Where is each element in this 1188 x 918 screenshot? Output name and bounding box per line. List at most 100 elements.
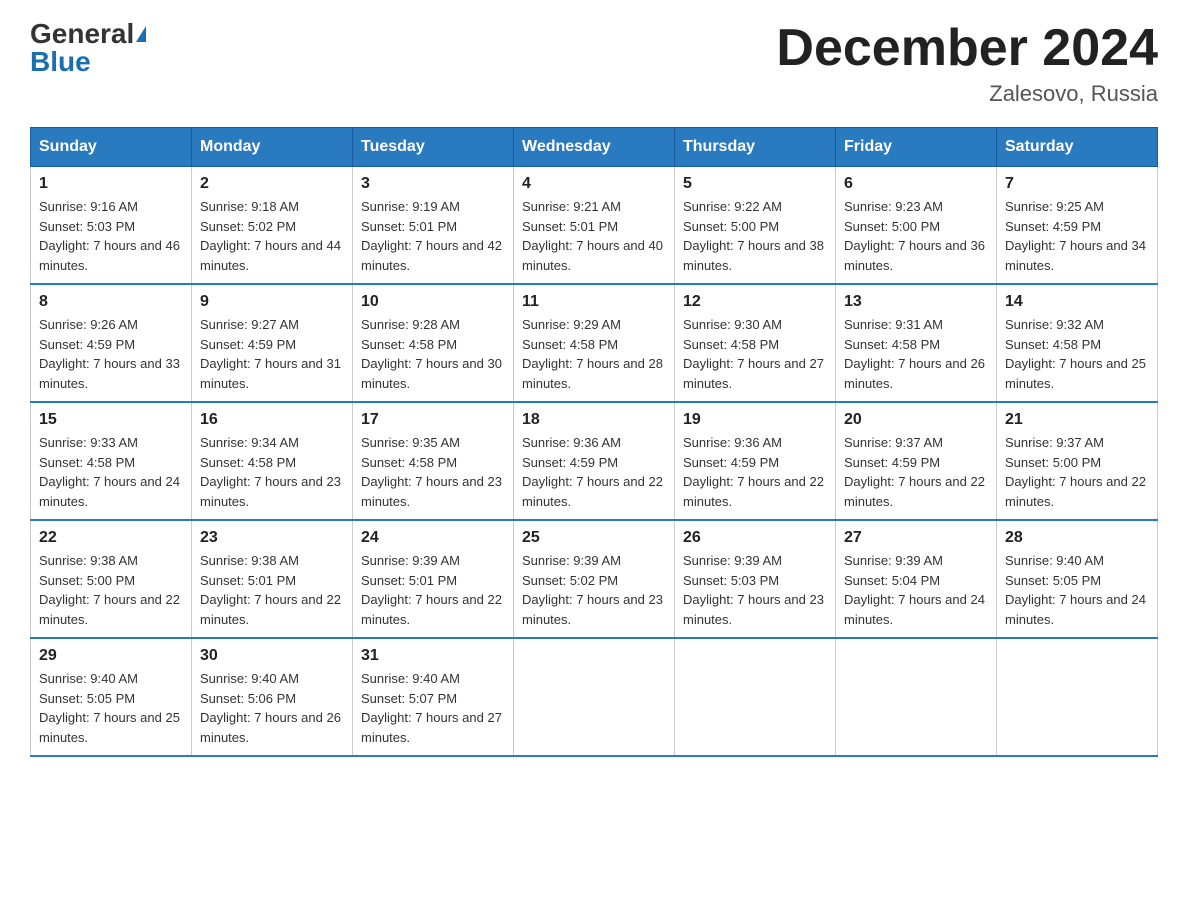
calendar-cell: 23Sunrise: 9:38 AMSunset: 5:01 PMDayligh…: [192, 520, 353, 638]
day-info: Sunrise: 9:40 AMSunset: 5:07 PMDaylight:…: [361, 669, 505, 747]
day-number: 14: [1005, 293, 1149, 311]
day-number: 11: [522, 293, 666, 311]
day-number: 30: [200, 647, 344, 665]
day-number: 18: [522, 411, 666, 429]
calendar-week-row: 8 Sunrise: 9:26 AMSunset: 4:59 PMDaylight…: [31, 284, 1158, 402]
calendar-cell: 31 Sunrise: 9:40 AMSunset: 5:07 PMDayligh…: [353, 638, 514, 756]
day-info: Sunrise: 9:32 AMSunset: 4:58 PMDaylight:…: [1005, 315, 1149, 393]
day-number: 31: [361, 647, 505, 665]
column-header-wednesday: Wednesday: [514, 128, 675, 167]
calendar-cell: 7 Sunrise: 9:25 AMSunset: 4:59 PMDaylight…: [997, 167, 1158, 285]
day-info: Sunrise: 9:28 AMSunset: 4:58 PMDaylight:…: [361, 315, 505, 393]
logo-blue-text: Blue: [30, 48, 91, 76]
day-info: Sunrise: 9:26 AMSunset: 4:59 PMDaylight:…: [39, 315, 183, 393]
day-number: 17: [361, 411, 505, 429]
day-number: 10: [361, 293, 505, 311]
day-info: Sunrise: 9:19 AMSunset: 5:01 PMDaylight:…: [361, 197, 505, 275]
calendar-cell: 27Sunrise: 9:39 AMSunset: 5:04 PMDayligh…: [836, 520, 997, 638]
day-info: Sunrise: 9:38 AMSunset: 5:00 PMDaylight:…: [39, 551, 183, 629]
day-info: Sunrise: 9:25 AMSunset: 4:59 PMDaylight:…: [1005, 197, 1149, 275]
calendar-cell: 15 Sunrise: 9:33 AMSunset: 4:58 PMDayligh…: [31, 402, 192, 520]
month-title: December 2024: [776, 20, 1158, 77]
calendar-cell: [675, 638, 836, 756]
day-info: Sunrise: 9:39 AMSunset: 5:02 PMDaylight:…: [522, 551, 666, 629]
calendar-cell: 25 Sunrise: 9:39 AMSunset: 5:02 PMDayligh…: [514, 520, 675, 638]
day-info: Sunrise: 9:33 AMSunset: 4:58 PMDaylight:…: [39, 433, 183, 511]
calendar-week-row: 22 Sunrise: 9:38 AMSunset: 5:00 PMDayligh…: [31, 520, 1158, 638]
day-number: 5: [683, 175, 827, 193]
calendar-cell: 22 Sunrise: 9:38 AMSunset: 5:00 PMDayligh…: [31, 520, 192, 638]
day-info: Sunrise: 9:40 AMSunset: 5:05 PMDaylight:…: [1005, 551, 1149, 629]
calendar-week-row: 1 Sunrise: 9:16 AMSunset: 5:03 PMDaylight…: [31, 167, 1158, 285]
day-number: 20: [844, 411, 988, 429]
calendar-cell: 14 Sunrise: 9:32 AMSunset: 4:58 PMDayligh…: [997, 284, 1158, 402]
calendar-week-row: 15 Sunrise: 9:33 AMSunset: 4:58 PMDayligh…: [31, 402, 1158, 520]
calendar-cell: [997, 638, 1158, 756]
calendar-cell: 12Sunrise: 9:30 AMSunset: 4:58 PMDayligh…: [675, 284, 836, 402]
day-number: 9: [200, 293, 344, 311]
calendar-table: SundayMondayTuesdayWednesdayThursdayFrid…: [30, 127, 1158, 757]
day-info: Sunrise: 9:39 AMSunset: 5:01 PMDaylight:…: [361, 551, 505, 629]
day-number: 22: [39, 529, 183, 547]
day-number: 6: [844, 175, 988, 193]
calendar-cell: 17 Sunrise: 9:35 AMSunset: 4:58 PMDayligh…: [353, 402, 514, 520]
day-info: Sunrise: 9:30 AMSunset: 4:58 PMDaylight:…: [683, 315, 827, 393]
calendar-cell: 29Sunrise: 9:40 AMSunset: 5:05 PMDayligh…: [31, 638, 192, 756]
logo-triangle-icon: [136, 26, 146, 42]
calendar-cell: 8 Sunrise: 9:26 AMSunset: 4:59 PMDaylight…: [31, 284, 192, 402]
column-header-tuesday: Tuesday: [353, 128, 514, 167]
calendar-cell: 1 Sunrise: 9:16 AMSunset: 5:03 PMDaylight…: [31, 167, 192, 285]
day-info: Sunrise: 9:38 AMSunset: 5:01 PMDaylight:…: [200, 551, 344, 629]
day-info: Sunrise: 9:21 AMSunset: 5:01 PMDaylight:…: [522, 197, 666, 275]
day-info: Sunrise: 9:39 AMSunset: 5:04 PMDaylight:…: [844, 551, 988, 629]
day-number: 26: [683, 529, 827, 547]
day-info: Sunrise: 9:37 AMSunset: 4:59 PMDaylight:…: [844, 433, 988, 511]
calendar-cell: 24 Sunrise: 9:39 AMSunset: 5:01 PMDayligh…: [353, 520, 514, 638]
column-header-friday: Friday: [836, 128, 997, 167]
column-header-monday: Monday: [192, 128, 353, 167]
calendar-cell: 21Sunrise: 9:37 AMSunset: 5:00 PMDayligh…: [997, 402, 1158, 520]
day-info: Sunrise: 9:22 AMSunset: 5:00 PMDaylight:…: [683, 197, 827, 275]
day-info: Sunrise: 9:31 AMSunset: 4:58 PMDaylight:…: [844, 315, 988, 393]
day-number: 4: [522, 175, 666, 193]
calendar-cell: 20 Sunrise: 9:37 AMSunset: 4:59 PMDayligh…: [836, 402, 997, 520]
day-number: 25: [522, 529, 666, 547]
column-header-thursday: Thursday: [675, 128, 836, 167]
calendar-cell: 11 Sunrise: 9:29 AMSunset: 4:58 PMDayligh…: [514, 284, 675, 402]
calendar-cell: 19Sunrise: 9:36 AMSunset: 4:59 PMDayligh…: [675, 402, 836, 520]
calendar-cell: 2Sunrise: 9:18 AMSunset: 5:02 PMDaylight…: [192, 167, 353, 285]
day-number: 7: [1005, 175, 1149, 193]
logo-general-text: General: [30, 20, 134, 48]
column-header-sunday: Sunday: [31, 128, 192, 167]
day-info: Sunrise: 9:40 AMSunset: 5:06 PMDaylight:…: [200, 669, 344, 747]
page-header: General Blue December 2024 Zalesovo, Rus…: [30, 20, 1158, 107]
day-info: Sunrise: 9:29 AMSunset: 4:58 PMDaylight:…: [522, 315, 666, 393]
day-number: 15: [39, 411, 183, 429]
day-number: 19: [683, 411, 827, 429]
day-number: 1: [39, 175, 183, 193]
logo: General Blue: [30, 20, 146, 76]
calendar-cell: 18Sunrise: 9:36 AMSunset: 4:59 PMDayligh…: [514, 402, 675, 520]
day-number: 8: [39, 293, 183, 311]
day-number: 13: [844, 293, 988, 311]
day-info: Sunrise: 9:40 AMSunset: 5:05 PMDaylight:…: [39, 669, 183, 747]
day-number: 24: [361, 529, 505, 547]
calendar-week-row: 29Sunrise: 9:40 AMSunset: 5:05 PMDayligh…: [31, 638, 1158, 756]
day-number: 21: [1005, 411, 1149, 429]
calendar-cell: 30 Sunrise: 9:40 AMSunset: 5:06 PMDayligh…: [192, 638, 353, 756]
calendar-cell: 13 Sunrise: 9:31 AMSunset: 4:58 PMDayligh…: [836, 284, 997, 402]
calendar-cell: 6 Sunrise: 9:23 AMSunset: 5:00 PMDaylight…: [836, 167, 997, 285]
calendar-cell: 3 Sunrise: 9:19 AMSunset: 5:01 PMDaylight…: [353, 167, 514, 285]
calendar-cell: 4 Sunrise: 9:21 AMSunset: 5:01 PMDaylight…: [514, 167, 675, 285]
day-info: Sunrise: 9:16 AMSunset: 5:03 PMDaylight:…: [39, 197, 183, 275]
day-info: Sunrise: 9:23 AMSunset: 5:00 PMDaylight:…: [844, 197, 988, 275]
day-info: Sunrise: 9:35 AMSunset: 4:58 PMDaylight:…: [361, 433, 505, 511]
calendar-cell: 10 Sunrise: 9:28 AMSunset: 4:58 PMDayligh…: [353, 284, 514, 402]
day-number: 3: [361, 175, 505, 193]
calendar-cell: [514, 638, 675, 756]
day-number: 16: [200, 411, 344, 429]
location: Zalesovo, Russia: [776, 81, 1158, 107]
day-info: Sunrise: 9:18 AMSunset: 5:02 PMDaylight:…: [200, 197, 344, 275]
column-header-saturday: Saturday: [997, 128, 1158, 167]
calendar-cell: 5 Sunrise: 9:22 AMSunset: 5:00 PMDaylight…: [675, 167, 836, 285]
